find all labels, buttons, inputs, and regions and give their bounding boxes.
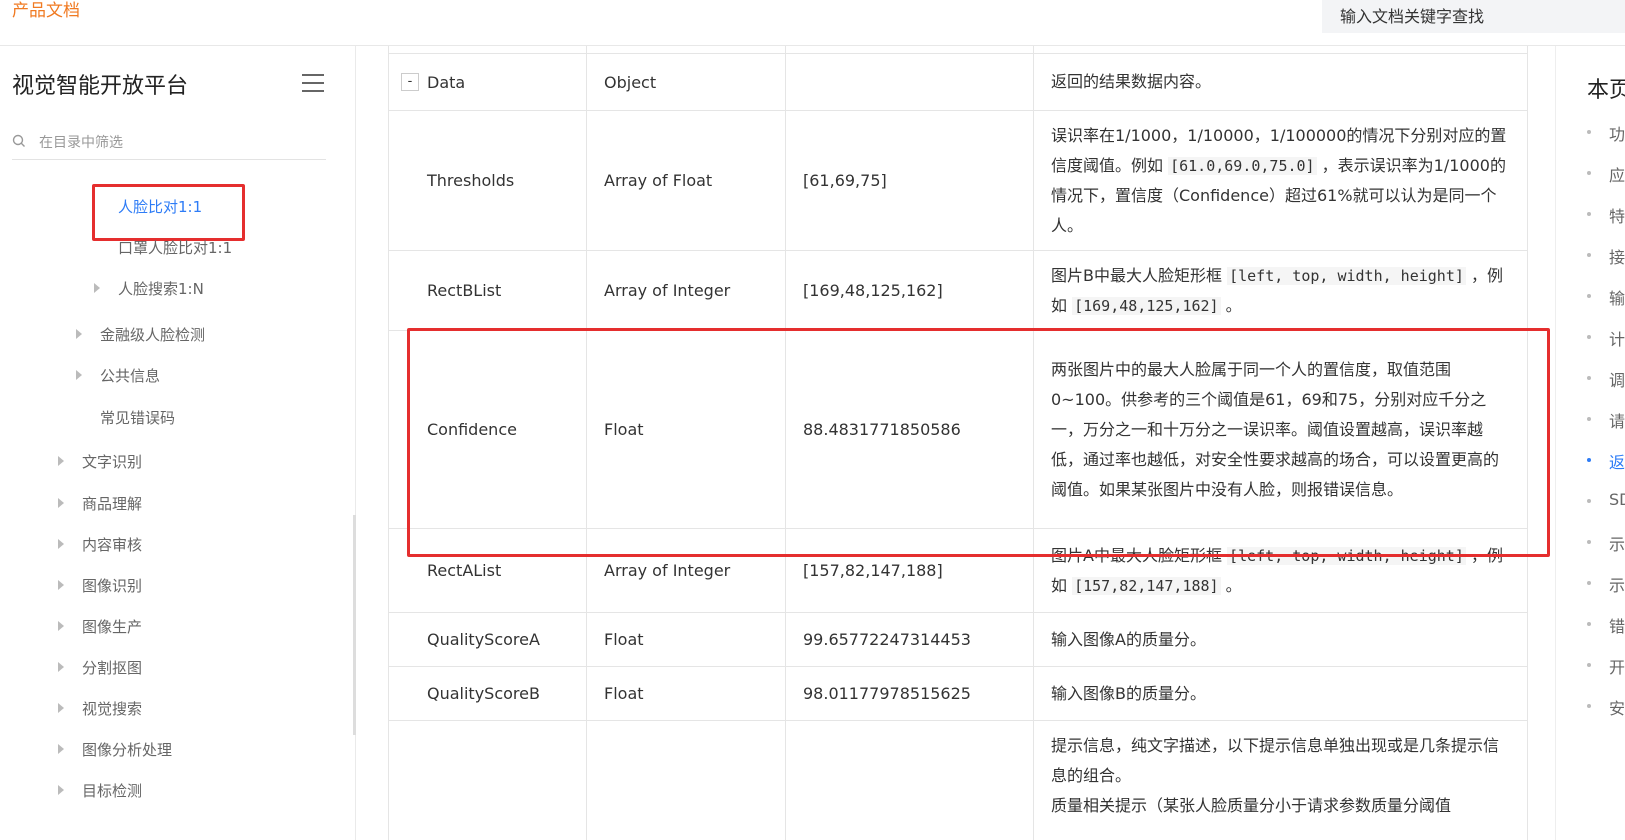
- doc-search-input[interactable]: [1322, 0, 1625, 33]
- collapse-button[interactable]: -: [401, 73, 419, 91]
- param-example: [785, 54, 1033, 110]
- search-icon: [12, 134, 25, 147]
- product-docs-link[interactable]: 产品文档: [12, 0, 80, 22]
- param-example: [169,48,125,162]: [785, 251, 1033, 330]
- expand-icon: [58, 539, 64, 549]
- param-desc: 图片B中最大人脸矩形框 [left, top, width, height] ，…: [1033, 251, 1528, 330]
- param-type: Array of Float: [586, 111, 785, 250]
- page-toc: 本页 功 应 特 接 输 计 调 请 返 SD 示 示 错 开 安: [1555, 46, 1625, 840]
- sidebar-scrollbar[interactable]: [353, 515, 356, 735]
- param-desc: 输入图像B的质量分。: [1033, 667, 1528, 720]
- param-desc: 误识率在1/1000，1/10000，1/100000的情况下分别对应的置信度阈…: [1033, 111, 1528, 250]
- param-name: QualityScoreB: [388, 667, 586, 720]
- param-name: [388, 721, 586, 840]
- expand-icon: [94, 283, 100, 293]
- table-row: QualityScoreA Float 99.65772247314453 输入…: [388, 613, 1528, 667]
- param-example: 99.65772247314453: [785, 613, 1033, 666]
- param-desc: 输入图像A的质量分。: [1033, 613, 1528, 666]
- table-row: QualityScoreB Float 98.01177978515625 输入…: [388, 667, 1528, 721]
- toc-title: 本页: [1587, 78, 1625, 103]
- expand-icon: [58, 498, 64, 508]
- param-type: Object: [586, 54, 785, 110]
- top-bar: 产品文档: [0, 0, 1625, 46]
- param-example: 98.01177978515625: [785, 667, 1033, 720]
- param-example: [61,69,75]: [785, 111, 1033, 250]
- table-row: RectBList Array of Integer [169,48,125,1…: [388, 251, 1528, 331]
- expand-icon: [58, 580, 64, 590]
- table-row: [388, 46, 1528, 54]
- platform-title: 视觉智能开放平台: [12, 74, 189, 99]
- param-name: QualityScoreA: [388, 613, 586, 666]
- expand-icon: [58, 621, 64, 631]
- highlight-box-sidebar: [92, 184, 245, 241]
- param-desc: 提示信息，纯文字描述，以下提示信息单独出现或是几条提示信息的组合。 质量相关提示（…: [1033, 721, 1528, 840]
- table-row: - Data Object 返回的结果数据内容。: [388, 54, 1528, 111]
- expand-icon: [76, 370, 82, 380]
- expand-icon: [58, 662, 64, 672]
- param-type: Float: [586, 613, 785, 666]
- toc-filter-input[interactable]: [39, 130, 319, 156]
- sidebar-item-mask-face-compare[interactable]: 口罩人脸比对1:1: [118, 237, 232, 258]
- menu-icon[interactable]: [302, 74, 324, 92]
- param-type: Float: [586, 667, 785, 720]
- toc-filter[interactable]: [12, 130, 326, 160]
- param-example: [785, 721, 1033, 840]
- table-row: 提示信息，纯文字描述，以下提示信息单独出现或是几条提示信息的组合。 质量相关提示（…: [388, 721, 1528, 840]
- param-name: RectBList: [388, 251, 586, 330]
- sidebar-item-error-codes[interactable]: 常见错误码: [100, 407, 175, 428]
- expand-icon: [58, 703, 64, 713]
- param-desc: 返回的结果数据内容。: [1033, 54, 1528, 110]
- param-name: Thresholds: [388, 111, 586, 250]
- param-type: [586, 721, 785, 840]
- sidebar: 视觉智能开放平台: [0, 46, 356, 840]
- expand-icon: [58, 744, 64, 754]
- expand-icon: [58, 785, 64, 795]
- param-type: Array of Integer: [586, 251, 785, 330]
- table-row: Thresholds Array of Float [61,69,75] 误识率…: [388, 111, 1528, 251]
- doc-search-box[interactable]: [1322, 0, 1625, 33]
- expand-icon: [58, 456, 64, 466]
- expand-icon: [76, 329, 82, 339]
- highlight-box-confidence-row: [407, 328, 1550, 557]
- param-name: - Data: [388, 54, 586, 110]
